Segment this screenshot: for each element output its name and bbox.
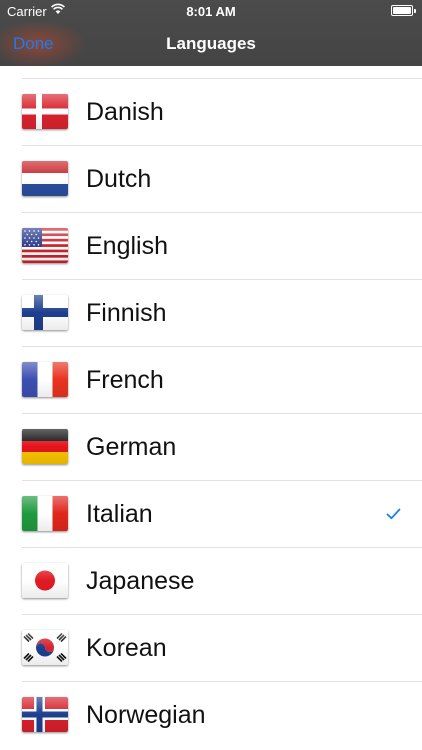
language-label: Dutch — [86, 165, 152, 193]
flag-korea-icon — [22, 630, 68, 665]
language-row-german[interactable]: German — [0, 413, 422, 481]
language-label: Danish — [86, 98, 164, 126]
flag-germany-icon — [22, 429, 68, 464]
language-label: Finnish — [86, 299, 167, 327]
language-row-italian[interactable]: Italian — [0, 480, 422, 548]
language-row-english[interactable]: English — [0, 212, 422, 280]
language-label: Norwegian — [86, 701, 206, 729]
checkmark-icon — [386, 508, 401, 520]
navigation-bar: Done Languages — [0, 22, 422, 66]
status-bar: Carrier 8:01 AM — [0, 0, 422, 22]
page-title: Languages — [166, 34, 256, 53]
language-label: Korean — [86, 634, 167, 662]
language-label: English — [86, 232, 168, 260]
language-row-danish[interactable]: Danish — [0, 78, 422, 146]
status-time: 8:01 AM — [186, 4, 236, 19]
flag-japan-icon — [22, 563, 68, 598]
language-row-french[interactable]: French — [0, 346, 422, 414]
language-row-norwegian[interactable]: Norwegian — [0, 681, 422, 748]
language-list: Danish Dutch English Finnish French Germ… — [0, 78, 422, 748]
flag-italy-icon — [22, 496, 68, 531]
flag-finland-icon — [22, 295, 68, 330]
language-row-japanese[interactable]: Japanese — [0, 547, 422, 615]
header: Carrier 8:01 AM Done Languages — [0, 0, 422, 66]
language-label: German — [86, 433, 177, 461]
battery-icon — [391, 5, 416, 16]
language-row-dutch[interactable]: Dutch — [0, 145, 422, 213]
flag-usa-icon — [22, 228, 68, 263]
flag-france-icon — [22, 362, 68, 397]
language-row-korean[interactable]: Korean — [0, 614, 422, 682]
language-label: Italian — [86, 500, 153, 528]
language-label: French — [86, 366, 164, 394]
language-row-finnish[interactable]: Finnish — [0, 279, 422, 347]
flag-netherlands-icon — [22, 161, 68, 196]
flag-denmark-icon — [22, 94, 68, 129]
language-label: Japanese — [86, 567, 195, 595]
flag-norway-icon — [22, 697, 68, 732]
